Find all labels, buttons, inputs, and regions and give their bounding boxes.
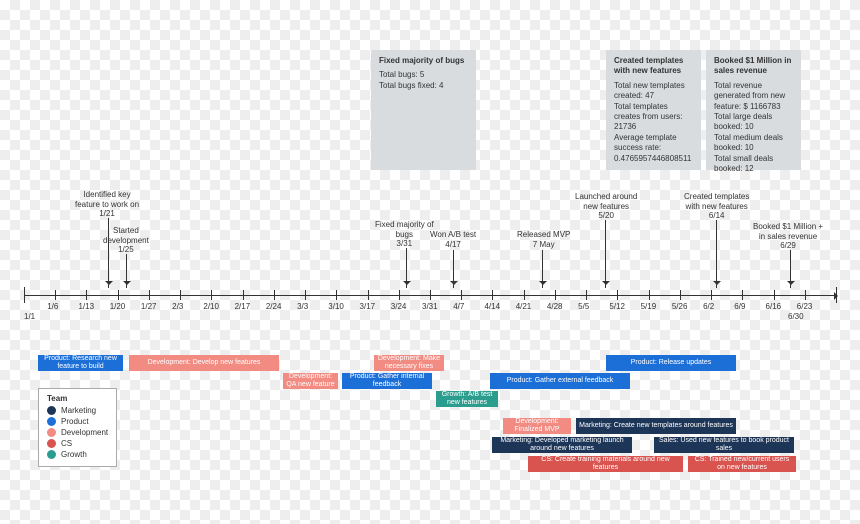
- gantt-bar: Development: Finalized MVP: [503, 418, 571, 434]
- tick-label: 2/10: [203, 302, 219, 311]
- card-title: Fixed majority of bugs: [379, 56, 468, 66]
- gantt-bar: Product: Gather internal feedback: [342, 373, 432, 389]
- arrow-icon: [406, 248, 407, 288]
- arrow-icon: [790, 250, 791, 288]
- gantt-bar: Product: Release updates: [606, 355, 736, 371]
- tick-label: 2/24: [266, 302, 282, 311]
- gantt-bar: CS: Trained new/current users on new fea…: [688, 456, 796, 472]
- arrow-icon: [716, 220, 717, 288]
- tick-label: 3/31: [422, 302, 438, 311]
- tick-label: 4/7: [453, 302, 464, 311]
- annotation: Identified keyfeature to work on1/21: [75, 190, 139, 219]
- card-bugs: Fixed majority of bugs Total bugs: 5 Tot…: [371, 50, 476, 170]
- tick-label: 5/19: [641, 302, 657, 311]
- card-title: Booked $1 Million in sales revenue: [714, 56, 793, 77]
- tick-label: 6/9: [734, 302, 745, 311]
- tick-label: 5/12: [609, 302, 625, 311]
- gantt-bar: Development: Make necessary fixes: [374, 355, 444, 371]
- annotation: Created templateswith new features6/14: [684, 192, 749, 221]
- tick-label: 1/27: [141, 302, 157, 311]
- swatch-icon: [47, 450, 56, 459]
- annotation: Booked $1 Million +in sales revenue6/29: [753, 222, 823, 251]
- legend-title: Team: [47, 394, 108, 403]
- annotation: Won A/B test4/17: [430, 230, 476, 249]
- card-line: Total revenue generated from new feature…: [714, 81, 793, 112]
- card-line: Total small deals booked: 12: [714, 154, 793, 175]
- card-revenue: Booked $1 Million in sales revenue Total…: [706, 50, 801, 170]
- swatch-icon: [47, 439, 56, 448]
- annotation: Starteddevelopment1/25: [103, 226, 149, 255]
- gantt-bar: Marketing: Create new templates around f…: [576, 418, 736, 434]
- tick-label: 6/30: [788, 312, 804, 321]
- tick-label: 3/17: [360, 302, 376, 311]
- tick-label: 4/21: [516, 302, 532, 311]
- tick-label: 5/26: [672, 302, 688, 311]
- card-line: Total large deals booked: 10: [714, 112, 793, 133]
- tick-label: 3/10: [328, 302, 344, 311]
- gantt-bar: Development: Develop new features: [129, 355, 279, 371]
- card-line: Total bugs: 5: [379, 70, 468, 80]
- arrow-icon: [542, 250, 543, 288]
- tick-label: 2/17: [235, 302, 251, 311]
- card-templates: Created templates with new features Tota…: [606, 50, 701, 170]
- tick-label: 2/3: [172, 302, 183, 311]
- tick-label: 3/3: [297, 302, 308, 311]
- tick-label: 3/24: [391, 302, 407, 311]
- tick-label: 4/14: [484, 302, 500, 311]
- tick-label: 6/16: [766, 302, 782, 311]
- timeline-axis: [24, 295, 836, 296]
- tick-label: 6/23: [797, 302, 813, 311]
- gantt-bar: Product: Research new feature to build: [38, 355, 123, 371]
- card-line: Average template success rate: 0.4765957…: [614, 133, 693, 164]
- card-line: Total new templates created: 47: [614, 81, 693, 102]
- tick-label: 5/5: [578, 302, 589, 311]
- gantt-bar: Growth: A/B test new features: [436, 391, 498, 407]
- swatch-icon: [47, 417, 56, 426]
- gantt-bar: Development: QA new feature: [283, 373, 338, 389]
- gantt-bar: CS: Create training materials around new…: [528, 456, 683, 472]
- swatch-icon: [47, 406, 56, 415]
- annotation: Fixed majority ofbugs3/31: [375, 220, 434, 249]
- tick-label: 1/13: [78, 302, 94, 311]
- tick-label: 4/28: [547, 302, 563, 311]
- tick-label: 1/1: [24, 312, 35, 321]
- tick-label: 1/6: [47, 302, 58, 311]
- legend: Team Marketing Product Development CS Gr…: [38, 388, 117, 467]
- card-title: Created templates with new features: [614, 56, 693, 77]
- gantt-bar: Marketing: Developed marketing launch ar…: [492, 437, 632, 453]
- annotation: Released MVP7 May: [517, 230, 570, 249]
- card-line: Total bugs fixed: 4: [379, 81, 468, 91]
- swatch-icon: [47, 428, 56, 437]
- arrow-icon: [126, 254, 127, 288]
- arrow-icon: [453, 250, 454, 288]
- card-line: Total templates creates from users: 2173…: [614, 102, 693, 133]
- annotation: Launched aroundnew features5/20: [575, 192, 637, 221]
- arrow-icon: [605, 220, 606, 288]
- tick-label: 6/2: [703, 302, 714, 311]
- gantt-bar: Sales: Used new features to book product…: [654, 437, 794, 453]
- tick-label: 1/20: [110, 302, 126, 311]
- gantt-bar: Product: Gather external feedback: [490, 373, 630, 389]
- card-line: Total medium deals booked: 10: [714, 133, 793, 154]
